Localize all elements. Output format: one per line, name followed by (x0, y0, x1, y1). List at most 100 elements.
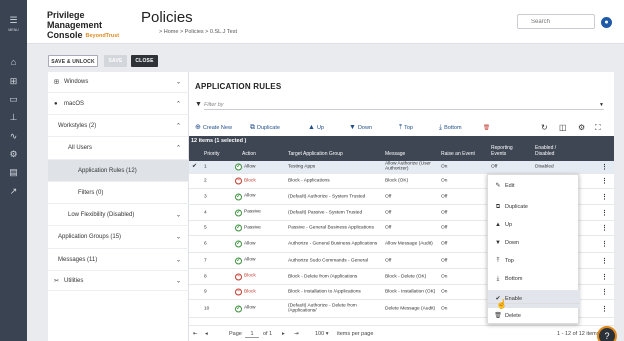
clipboard-icon[interactable]: ▤ (0, 166, 27, 178)
allow-icon: ✓ (235, 163, 242, 171)
top-button[interactable]: ⤒ Top (399, 123, 413, 133)
last-page-icon[interactable]: ⇥ (294, 331, 299, 337)
sidebar-item-windows[interactable]: ⊞ Windows ⌄ (48, 72, 189, 93)
sidebar-item-macos[interactable]: ● macOS ⌃ (48, 93, 189, 115)
menu-item-down[interactable]: ▼ Down (488, 234, 580, 252)
page-of: of 1 (263, 331, 273, 337)
priority-cell: 3 (204, 193, 207, 199)
page-input[interactable]: 1 (245, 331, 259, 338)
user-icon[interactable]: ● (601, 17, 612, 28)
kebab-menu-icon[interactable]: ⋮ (601, 177, 608, 185)
first-page-icon[interactable]: ⇤ (193, 331, 198, 337)
sidebar-item-all-users[interactable]: All Users ⌃ (48, 137, 189, 160)
action-label: Allow (244, 305, 256, 311)
priority-cell: 9 (204, 289, 207, 295)
sidebar-item-utilities[interactable]: ✂ Utilities ⌄ (48, 271, 189, 291)
kebab-menu-icon[interactable]: ⋮ (601, 163, 608, 171)
priority-cell: 6 (204, 241, 207, 247)
help-icon[interactable]: ? (597, 326, 617, 341)
sidebar-item-label: Application Groups (15) (58, 234, 122, 240)
down-button[interactable]: ▼ Down (349, 123, 372, 133)
col-action[interactable]: Action (242, 151, 256, 158)
analytics-icon[interactable]: ∿ (0, 130, 27, 142)
chevron-down-icon: ⌄ (175, 234, 181, 241)
kebab-menu-icon[interactable]: ⋮ (601, 193, 608, 201)
monitor-icon[interactable]: ▭ (0, 93, 27, 105)
menu-item-edit[interactable]: ✎ Edit (488, 177, 580, 195)
kebab-menu-icon[interactable]: ⋮ (601, 240, 608, 248)
save-button[interactable]: SAVE (104, 55, 127, 67)
gears-icon[interactable]: ⚙ (0, 148, 27, 160)
next-page-icon[interactable]: ▸ (282, 331, 285, 337)
sidebar-item-application-rules[interactable]: Application Rules (12) (48, 160, 189, 182)
columns-icon[interactable]: ◫ (559, 123, 567, 133)
table-row[interactable]: ✔ 1 ✓ Allow Testing Apps Allow Authorize (Use… (189, 161, 614, 174)
raise-cell: Off (441, 241, 448, 247)
save-unlock-button[interactable]: SAVE & UNLOCK (48, 55, 98, 67)
hierarchy-icon[interactable]: ⊞ (0, 75, 27, 87)
chevron-up-icon: ⌃ (175, 101, 181, 107)
message-cell: Off (385, 257, 392, 263)
col-target-group[interactable]: Target Application Group (288, 151, 343, 158)
allow-icon: ✓ (235, 240, 242, 248)
sidebar-item-filters[interactable]: Filters (0) (48, 182, 189, 204)
sidebar-item-messages[interactable]: Messages (11) ⌄ (48, 249, 189, 271)
refresh-icon[interactable]: ↻ (541, 123, 548, 133)
action-label: Passive (244, 225, 261, 231)
copy-icon: ⧉ (250, 124, 255, 131)
raise-cell: Off (441, 257, 448, 263)
user-link-icon[interactable]: ↗ (0, 185, 27, 197)
sidebar-item-low-flexibility[interactable]: Low Flexibility (Disabled) ⌄ (48, 204, 189, 226)
raise-cell: On (441, 164, 448, 170)
per-page-select[interactable]: 100 ▾ (315, 331, 328, 337)
menu-item-top[interactable]: ⤒ Top (488, 252, 580, 270)
enabled-cell: Disabled (535, 164, 554, 170)
fullscreen-icon[interactable]: ⛶ (595, 123, 601, 133)
col-message[interactable]: Message (385, 151, 405, 158)
duplicate-button[interactable]: ⧉ Duplicate (250, 123, 280, 133)
chevron-down-icon: ⌄ (175, 79, 181, 86)
arrow-bottom-icon: ⤓ (439, 124, 443, 131)
kebab-menu-icon[interactable]: ⋮ (601, 257, 608, 265)
hamburger-menu-icon[interactable]: ☰ (0, 14, 27, 26)
col-reporting-events[interactable]: Reporting Events (491, 145, 521, 157)
search-input[interactable] (517, 14, 595, 29)
trash-icon[interactable]: 🗑 (483, 123, 490, 133)
menu-item-bottom[interactable]: ⤓ Bottom (488, 270, 580, 288)
action-label: Allow (244, 241, 256, 247)
kebab-menu-icon[interactable]: ⋮ (601, 209, 608, 217)
sidebar-item-label: All Users (68, 145, 93, 151)
kebab-menu-icon[interactable]: ⋮ (601, 273, 608, 281)
menu-item-up[interactable]: ▲ Up (488, 216, 580, 234)
priority-cell: 8 (204, 273, 207, 279)
sidebar-item-application-groups[interactable]: Application Groups (15) ⌄ (48, 226, 189, 249)
sidebar-item-workstyles[interactable]: Workstyles (2) ⌃ (48, 115, 189, 137)
kebab-menu-icon[interactable]: ⋮ (601, 224, 608, 232)
filter-input[interactable]: Filter by (204, 100, 604, 110)
gear-icon[interactable]: ⚙ (578, 123, 585, 133)
caret-down-icon[interactable]: ▼ (599, 102, 604, 108)
home-icon[interactable]: ⌂ (0, 56, 27, 68)
bottom-button[interactable]: ⤓ Bottom (439, 123, 462, 133)
col-enabled[interactable]: Enabled / Disabled (535, 145, 567, 157)
per-page-label: items per page (337, 331, 374, 337)
policy-tree: ⊞ Windows ⌄ ● macOS ⌃ Workstyles (2) ⌃ A… (48, 72, 189, 341)
priority-cell: 5 (204, 225, 207, 231)
create-new-button[interactable]: ⊕ Create New (195, 123, 232, 133)
prev-page-icon[interactable]: ◂ (205, 331, 208, 337)
action-label: Passive (244, 209, 261, 215)
target-cell: Block - Applications (288, 178, 330, 184)
kebab-menu-icon[interactable]: ⋮ (601, 305, 608, 313)
menu-item-duplicate[interactable]: ⧉ Duplicate (488, 198, 580, 216)
message-cell: Block (OK) (385, 178, 409, 184)
up-button[interactable]: ▲ Up (308, 123, 324, 133)
priority-cell: 2 (204, 178, 207, 184)
col-priority[interactable]: Priority (204, 151, 220, 158)
section-title: APPLICATION RULES (195, 82, 282, 91)
col-raise-event[interactable]: Raise an Event (441, 151, 475, 158)
breadcrumb[interactable]: > Home > Policies > 0.SL.J Test (159, 29, 237, 35)
org-chart-icon[interactable]: ⊥ (0, 111, 27, 123)
close-button[interactable]: CLOSE (131, 55, 158, 67)
message-cell: Delete Message (Audit) (385, 305, 436, 311)
kebab-menu-icon[interactable]: ⋮ (601, 288, 608, 296)
